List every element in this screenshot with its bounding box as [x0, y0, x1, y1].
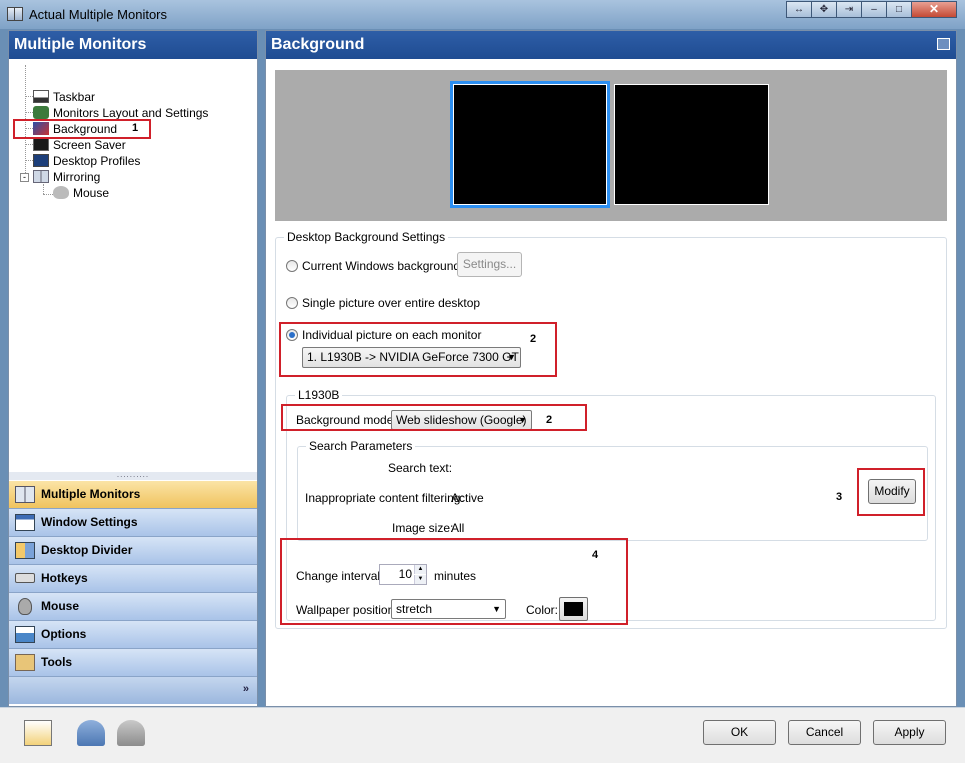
tree-item-desktop-profiles[interactable]: Desktop Profiles [33, 153, 140, 169]
nav-label: Window Settings [41, 515, 138, 529]
send-to-monitor-icon[interactable]: ⇥ [836, 1, 862, 18]
mirroring-icon [33, 170, 49, 183]
close-icon[interactable]: ✕ [911, 1, 957, 18]
annotation-box-1 [13, 119, 151, 139]
image-size-value: All [451, 521, 465, 535]
nav-window-settings[interactable]: Window Settings [9, 509, 257, 537]
screen-saver-icon [33, 138, 49, 151]
nav-hotkeys[interactable]: Hotkeys [9, 565, 257, 593]
title-bar[interactable]: Actual Multiple Monitors ↔ ✥ ⇥ – □ ✕ [0, 0, 965, 29]
collapse-icon[interactable]: - [20, 173, 29, 182]
mouse-icon [18, 598, 32, 615]
nav-desktop-divider[interactable]: Desktop Divider [9, 537, 257, 565]
window-settings-icon [15, 514, 35, 531]
settings-tree: Taskbar Monitors Layout and Settings Bac… [9, 59, 257, 499]
multiple-monitors-icon [15, 486, 35, 503]
apply-button[interactable]: Apply [873, 720, 946, 745]
monitors-preview [275, 70, 947, 221]
tools-icon [15, 654, 35, 671]
help-icon[interactable] [24, 720, 52, 746]
radio-label: Current Windows background [302, 259, 461, 273]
window-title: Actual Multiple Monitors [29, 7, 167, 22]
tree-item-label: Mouse [73, 186, 110, 200]
annotation-number: 1 [132, 122, 139, 134]
left-pane: Multiple Monitors Taskbar Monitors Layou… [8, 30, 258, 707]
redo-icon[interactable] [117, 720, 145, 746]
pane-splitter[interactable]: .......... [9, 471, 257, 480]
minimize-icon[interactable]: – [861, 1, 887, 18]
tree-item-mouse[interactable]: Mouse [53, 185, 109, 201]
window-icon[interactable] [937, 38, 950, 50]
annotation-box-3 [857, 468, 925, 516]
undo-icon[interactable] [77, 720, 105, 746]
cancel-button[interactable]: Cancel [788, 720, 861, 745]
nav-label: Desktop Divider [41, 543, 133, 557]
tree-item-label: Mirroring [53, 170, 101, 184]
mouse-icon [53, 186, 69, 199]
group-title: Desktop Background Settings [284, 230, 449, 244]
right-pane: Background Desktop Background Settings C… [265, 30, 957, 707]
search-parameters-group: Search Parameters Search text: Inappropr… [297, 439, 928, 541]
tree-item-taskbar[interactable]: Taskbar [33, 89, 95, 105]
desktop-divider-icon [15, 542, 35, 559]
bottom-bar: OK Cancel Apply [0, 707, 965, 763]
nav-multiple-monitors[interactable]: Multiple Monitors [9, 481, 257, 509]
group-title: Search Parameters [306, 439, 416, 453]
maximize-icon[interactable]: □ [886, 1, 912, 18]
nav-label: Multiple Monitors [41, 487, 141, 501]
options-icon [15, 626, 35, 643]
nav-label: Options [41, 627, 87, 641]
nav-label: Hotkeys [41, 571, 88, 585]
title-bar-buttons: ↔ ✥ ⇥ – □ ✕ [786, 1, 957, 18]
desktop-profiles-icon [33, 154, 49, 167]
group-title: L1930B [295, 388, 343, 402]
radio-current-windows-background[interactable]: Current Windows background [286, 259, 460, 273]
monitor-1-preview[interactable] [450, 81, 610, 208]
radio-single-picture[interactable]: Single picture over entire desktop [286, 296, 480, 310]
nav-label: Mouse [41, 599, 80, 613]
nav-mouse[interactable]: Mouse [9, 593, 257, 621]
settings-button[interactable]: Settings... [457, 252, 522, 277]
annotation-box-4 [280, 538, 628, 625]
annotation-box-2b [281, 404, 587, 431]
annotation-number: 3 [836, 491, 843, 503]
app-icon [7, 7, 23, 21]
desktop-background-settings-group: Desktop Background Settings Current Wind… [275, 230, 947, 629]
right-pane-header: Background [266, 31, 956, 59]
nav-footer: » [9, 677, 257, 704]
radio-circle [286, 297, 298, 309]
hotkeys-icon [15, 573, 35, 583]
annotation-number: 2 [546, 414, 553, 426]
search-text-label: Search text: [388, 461, 453, 475]
monitor-group: L1930B Background mode: Web slideshow (G… [280, 388, 936, 625]
tree-item-label: Desktop Profiles [53, 154, 141, 168]
nav-options[interactable]: Options [9, 621, 257, 649]
nav-buttons: Multiple Monitors Window Settings Deskto… [9, 481, 257, 704]
left-pane-header: Multiple Monitors [9, 31, 257, 59]
tree-item-mirroring[interactable]: Mirroring [33, 169, 100, 185]
monitor-2-preview[interactable] [614, 84, 769, 205]
annotation-box-2a [279, 322, 557, 377]
annotation-number: 4 [592, 549, 599, 561]
radio-circle [286, 260, 298, 272]
page-title: Background [271, 36, 365, 53]
taskbar-icon [33, 90, 49, 103]
image-size-label: Image size: [392, 521, 454, 535]
radio-label: Single picture over entire desktop [302, 296, 481, 310]
nav-tools[interactable]: Tools [9, 649, 257, 677]
move-icon[interactable]: ✥ [811, 1, 837, 18]
pin-icon[interactable]: ↔ [786, 1, 812, 18]
ok-button[interactable]: OK [703, 720, 776, 745]
annotation-number: 2 [530, 333, 537, 345]
chevron-double-down-icon[interactable]: » [243, 683, 249, 695]
tree-item-label: Screen Saver [53, 138, 126, 152]
nav-label: Tools [41, 655, 73, 669]
content-filtering-label: Inappropriate content filtering: [305, 491, 464, 505]
tree-item-screen-saver[interactable]: Screen Saver [33, 137, 126, 153]
content-filtering-value: Active [451, 491, 484, 505]
tree-item-label: Monitors Layout and Settings [53, 106, 209, 120]
tree-item-label: Taskbar [53, 90, 96, 104]
monitors-layout-icon [33, 106, 49, 119]
